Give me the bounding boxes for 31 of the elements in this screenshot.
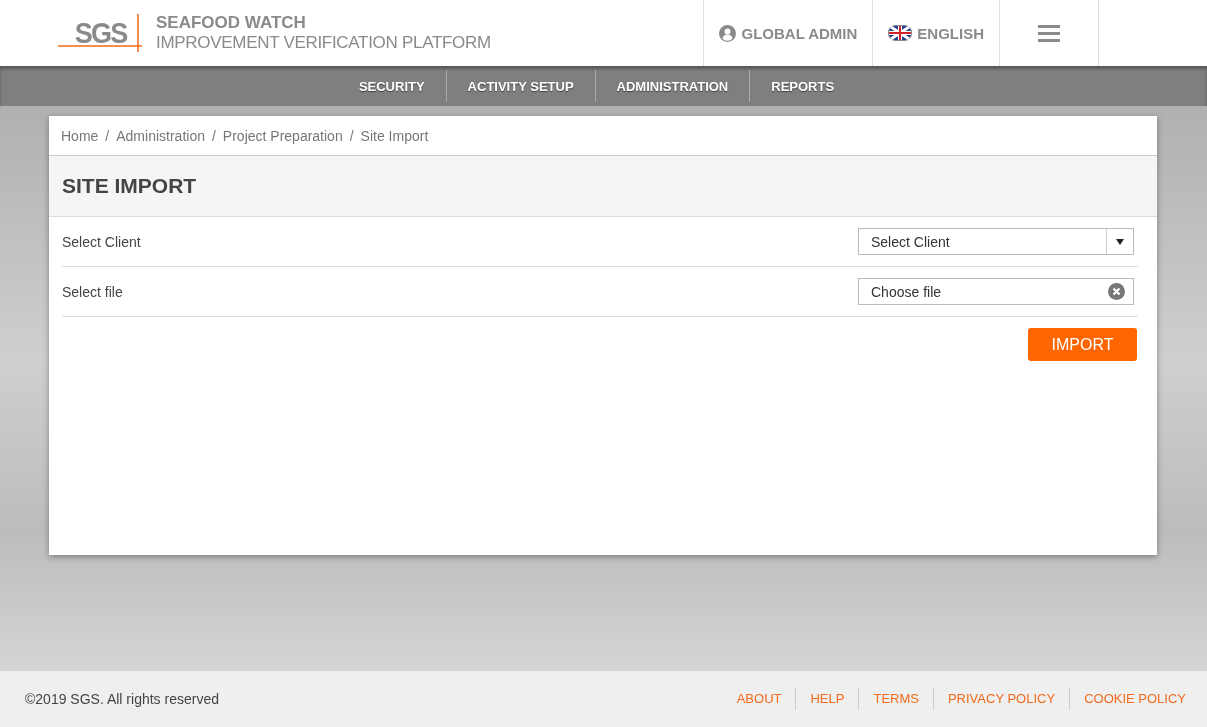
menu-icon[interactable] <box>1038 24 1060 42</box>
flag-icon <box>888 25 913 41</box>
breadcrumb-separator: / <box>105 127 110 144</box>
field-label: Select Client <box>62 233 141 250</box>
nav-link[interactable]: SECURITY <box>337 70 446 102</box>
clear-icon[interactable] <box>1108 283 1125 300</box>
footer-link[interactable]: HELP <box>795 688 859 710</box>
footer-link[interactable]: COOKIE POLICY <box>1069 688 1186 710</box>
sgs-logo: SGS <box>58 12 144 54</box>
caret-icon <box>1116 238 1124 245</box>
breadcrumb-separator: / <box>211 127 216 144</box>
client-dropdown[interactable]: Select Client <box>858 228 1134 255</box>
footer-link[interactable]: PRIVACY POLICY <box>932 688 1070 710</box>
field-label: Select file <box>62 283 123 300</box>
import-button[interactable]: IMPORT <box>1028 328 1137 361</box>
breadcrumb-item[interactable]: Project Preparation <box>222 127 343 144</box>
app-subtitle: IMPROVEMENT VERIFICATION PLATFORM <box>156 33 491 53</box>
nav-link[interactable]: REPORTS <box>749 70 856 102</box>
app-title: SEAFOOD WATCH <box>156 13 307 33</box>
footer-link[interactable]: TERMS <box>858 688 933 710</box>
breadcrumb-separator: / <box>349 127 354 144</box>
breadcrumb-item[interactable]: Administration <box>116 127 205 144</box>
footer-link[interactable]: ABOUT <box>722 688 796 710</box>
breadcrumb-item: Site Import <box>360 127 429 144</box>
breadcrumb-item[interactable]: Home <box>61 127 99 144</box>
file-input[interactable]: Choose file <box>858 278 1134 305</box>
nav-link[interactable]: ACTIVITY SETUP <box>445 70 595 102</box>
page-title: SITE IMPORT <box>49 156 1157 217</box>
nav-link[interactable]: ADMINISTRATION <box>594 70 750 102</box>
user-icon <box>719 24 737 42</box>
copyright-text: ©2019 SGS. All rights reserved <box>25 691 219 707</box>
